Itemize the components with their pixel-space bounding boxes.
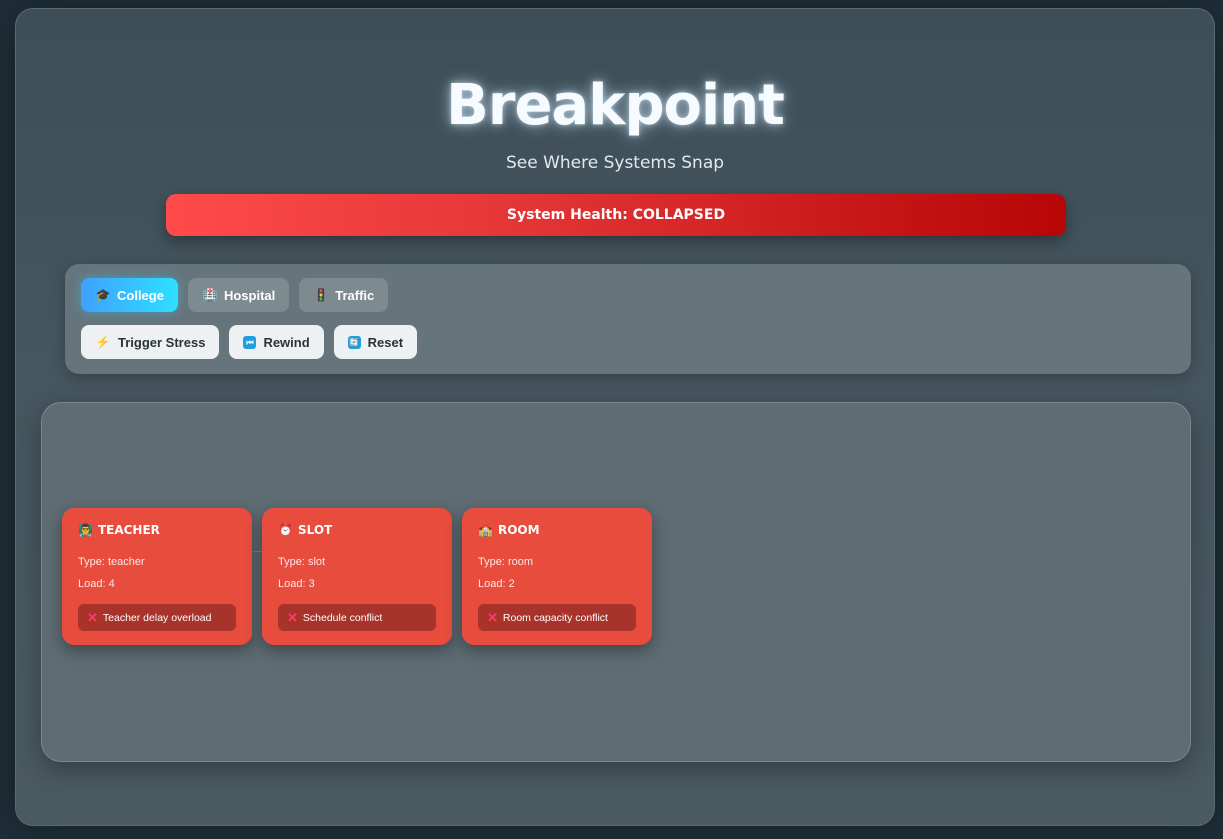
node-teacher-load: Load: 4: [78, 578, 115, 590]
graduation-cap-icon: 🎓: [95, 288, 111, 302]
node-teacher-name: TEACHER: [97, 523, 160, 537]
mode-traffic-button[interactable]: 🚦 Traffic: [299, 278, 389, 312]
trigger-stress-button[interactable]: ⚡ Trigger Stress: [81, 325, 220, 359]
app-panel: Breakpoint See Where Systems Snap System…: [15, 8, 1215, 826]
node-slot[interactable]: ⏰ SLOT Type: slot Load: 3 ✕ Schedule con…: [262, 508, 452, 645]
system-health-label: System Health: COLLAPSED: [506, 207, 726, 223]
trigger-stress-label: Trigger Stress: [118, 334, 206, 350]
reset-label: Reset: [367, 334, 404, 350]
error-x-icon: ✕: [87, 609, 98, 625]
node-teacher-error: Teacher delay overload: [102, 611, 212, 624]
error-x-icon: ✕: [287, 609, 298, 625]
node-room-error-badge: ✕ Room capacity conflict: [478, 604, 636, 631]
mode-selector: 🎓 College 🏥 Hospital 🚦 Traffic: [81, 278, 389, 312]
node-room[interactable]: 🏫 ROOM Type: room Load: 2 ✕ Room capacit…: [462, 508, 652, 645]
system-graph-canvas: 👨‍🏫 TEACHER Type: teacher Load: 4 ✕ Teac…: [41, 402, 1191, 762]
hospital-icon: 🏥: [202, 288, 218, 302]
reset-icon: 🔄: [347, 335, 361, 349]
node-slot-load: Load: 3: [278, 578, 315, 590]
node-slot-header: ⏰ SLOT: [278, 523, 332, 537]
node-room-name: ROOM: [497, 523, 540, 537]
reset-button[interactable]: 🔄 Reset: [333, 325, 418, 359]
node-teacher-header: 👨‍🏫 TEACHER: [78, 523, 160, 537]
school-icon: 🏫: [478, 523, 493, 537]
node-room-header: 🏫 ROOM: [478, 523, 540, 537]
action-toolbar: ⚡ Trigger Stress ⏮ Rewind 🔄 Reset: [81, 325, 418, 359]
control-panel: 🎓 College 🏥 Hospital 🚦 Traffic ⚡ Trigger…: [65, 264, 1191, 374]
system-health-bar: System Health: COLLAPSED: [166, 194, 1066, 236]
node-room-type: Type: room: [478, 556, 534, 568]
node-teacher-type: Type: teacher: [78, 556, 145, 568]
mode-hospital-button[interactable]: 🏥 Hospital: [187, 278, 290, 312]
mode-college-label: College: [117, 287, 164, 303]
app-subtitle: See Where Systems Snap: [505, 153, 725, 173]
teacher-icon: 👨‍🏫: [78, 523, 93, 537]
mode-college-button[interactable]: 🎓 College: [81, 278, 178, 312]
node-slot-type: Type: slot: [278, 556, 326, 568]
mode-traffic-label: Traffic: [335, 287, 375, 303]
node-slot-error: Schedule conflict: [302, 611, 383, 624]
rewind-icon: ⏮: [243, 335, 257, 349]
traffic-light-icon: 🚦: [313, 288, 329, 302]
rewind-label: Rewind: [263, 334, 310, 350]
node-slot-name: SLOT: [297, 523, 333, 537]
rewind-button[interactable]: ⏮ Rewind: [229, 325, 324, 359]
node-teacher[interactable]: 👨‍🏫 TEACHER Type: teacher Load: 4 ✕ Teac…: [62, 508, 252, 645]
lightning-icon: ⚡: [95, 335, 111, 349]
node-slot-error-badge: ✕ Schedule conflict: [278, 604, 436, 631]
mode-hospital-label: Hospital: [223, 287, 276, 303]
error-x-icon: ✕: [487, 609, 498, 625]
app-title: Breakpoint: [446, 73, 785, 138]
alarm-clock-icon: ⏰: [278, 523, 293, 537]
node-teacher-error-badge: ✕ Teacher delay overload: [78, 604, 236, 631]
node-room-load: Load: 2: [478, 578, 515, 590]
node-room-error: Room capacity conflict: [502, 611, 608, 624]
